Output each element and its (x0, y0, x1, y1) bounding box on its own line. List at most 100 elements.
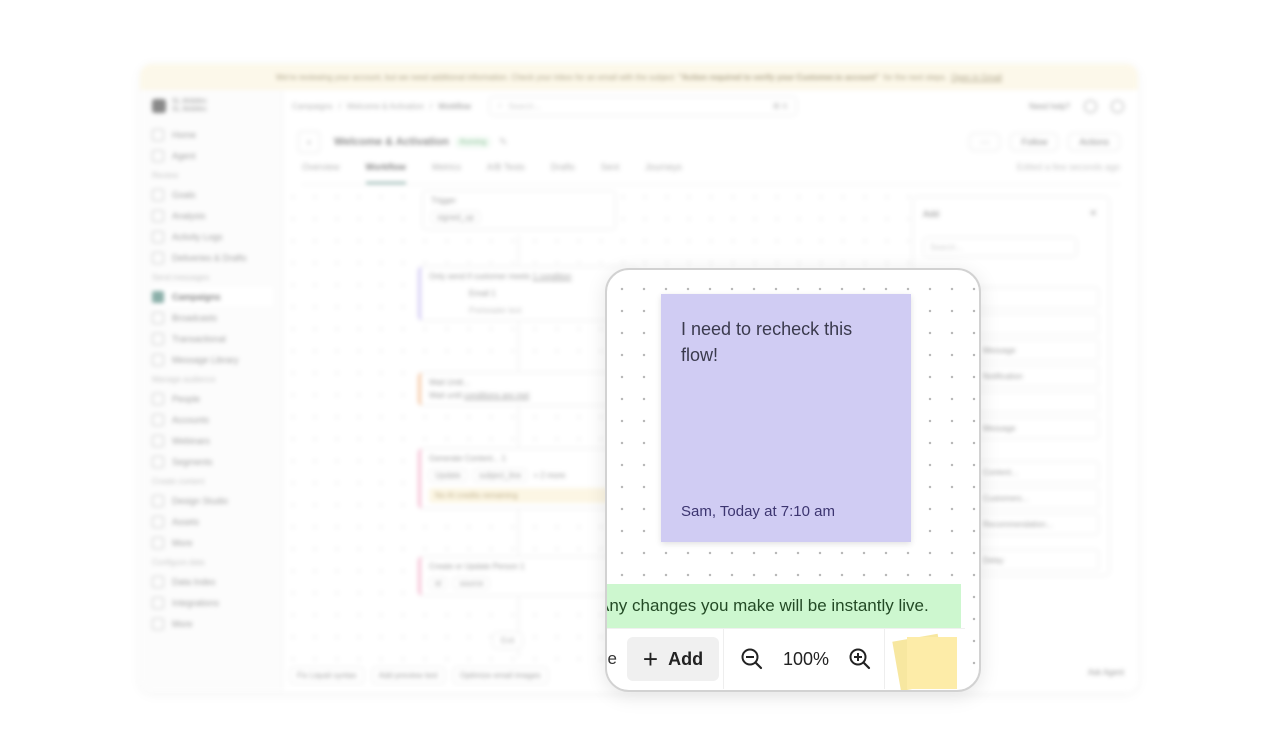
banner-subject: "Action required to verify your Customer… (678, 72, 880, 82)
search-shortcut: ⌘ K (772, 101, 788, 111)
sidebar-item-accounts[interactable]: Accounts (152, 409, 274, 430)
add-button[interactable]: + Add (627, 637, 719, 681)
field-chip: subject_line (473, 469, 528, 482)
tab-workflow[interactable]: Workflow (365, 162, 406, 184)
sidebar-item-home[interactable]: Home (152, 124, 274, 145)
live-changes-text: Any changes you make will be instantly l… (607, 596, 929, 615)
condition-text: Only send if customer meets (429, 272, 531, 281)
sticky-note-stack-icon[interactable] (892, 629, 963, 690)
suggestion-optimize-images[interactable]: Optimize email images (452, 667, 548, 684)
add-panel-search[interactable]: Search... (923, 237, 1077, 257)
sidebar-item-transactional[interactable]: Transactional (152, 328, 274, 349)
sidebar-item-analysis[interactable]: Analysis (152, 205, 274, 226)
help-button[interactable]: Need help? (1029, 102, 1070, 111)
sidebar-item-more-2[interactable]: More (152, 613, 274, 634)
sidebar-item-deliveries[interactable]: Deliveries & Drafts (152, 247, 274, 268)
add-option[interactable] (976, 313, 1099, 335)
edited-timestamp: Edited a few seconds ago (1016, 162, 1120, 172)
breadcrumb-campaign[interactable]: Welcome & Activation (347, 102, 424, 111)
folder-icon (152, 353, 164, 366)
add-option[interactable]: Message (976, 417, 1099, 439)
live-changes-banner: Any changes you make will be instantly l… (607, 584, 961, 628)
open-gmail-link[interactable]: Open in Gmail (951, 73, 1002, 82)
sidebar-item-broadcasts[interactable]: Broadcasts (152, 307, 274, 328)
sidebar-section-title: Configure data (152, 557, 205, 567)
suggestion-fix-liquid[interactable]: Fix Liquid syntax (290, 667, 364, 684)
breadcrumb-campaigns[interactable]: Campaigns (292, 102, 332, 111)
zoom-out-icon (741, 648, 763, 670)
sidebar-item-integrations[interactable]: Integrations (152, 592, 274, 613)
sidebar: SL.Mobiles SL.Mobiles Home Agent Review … (140, 90, 283, 692)
toolbar-divider (884, 629, 885, 689)
design-icon (152, 494, 164, 507)
tab-sent[interactable]: Sent (601, 162, 620, 184)
sidebar-item-activity-logs[interactable]: Activity Logs (152, 226, 274, 247)
sidebar-item-agent[interactable]: Agent (152, 145, 274, 166)
sidebar-section-title: Send messages (152, 272, 210, 282)
sidebar-item-campaigns[interactable]: Campaigns (152, 286, 274, 307)
zoom-out-button[interactable] (732, 639, 772, 679)
exit-node[interactable]: Exit (492, 632, 524, 649)
close-icon[interactable]: ✕ (1089, 208, 1097, 219)
toolbar-cut-label: e (607, 649, 617, 668)
sidebar-section-title: Create content (152, 476, 205, 486)
add-button-label: Add (668, 648, 704, 669)
add-option[interactable]: Notification (976, 365, 1099, 387)
brand[interactable]: SL.Mobiles SL.Mobiles (152, 98, 207, 114)
agent-icon (152, 149, 164, 162)
global-search[interactable]: ⌕ Search... ⌘ K (488, 96, 797, 116)
actions-button[interactable]: Actions (1068, 133, 1120, 151)
add-option[interactable]: Customers... (976, 487, 1099, 509)
plus-icon: + (642, 644, 659, 674)
more-icon (152, 536, 164, 549)
zoom-in-button[interactable] (840, 639, 880, 679)
campaign-tabs: Overview Workflow Metrics A/B Tests Draf… (302, 162, 1120, 185)
brand-logo-icon (152, 99, 166, 113)
add-panel-title: Add (923, 209, 940, 219)
tab-journeys[interactable]: Journeys (645, 162, 682, 184)
more-button[interactable]: ··· (969, 133, 1001, 151)
add-option[interactable]: Message (976, 339, 1099, 361)
sticky-note-text[interactable]: I need to recheck this flow! (681, 316, 891, 368)
home-icon (152, 128, 164, 141)
back-button[interactable]: ‹ (298, 131, 320, 153)
pencil-icon[interactable]: ✎ (499, 137, 507, 148)
tab-ab-tests[interactable]: A/B Tests (487, 162, 525, 184)
wait-conditions-link[interactable]: conditions are met (464, 391, 529, 400)
sidebar-item-webinars[interactable]: Webinars (152, 430, 274, 451)
sticky-note[interactable]: I need to recheck this flow! Sam, Today … (661, 294, 911, 542)
add-option[interactable] (976, 391, 1099, 413)
sidebar-section-title: Review (152, 170, 179, 180)
sidebar-item-message-library[interactable]: Message Library (152, 349, 274, 370)
campaigns-icon (152, 290, 164, 303)
settings-icon[interactable] (1111, 99, 1124, 113)
tab-overview[interactable]: Overview (302, 162, 340, 184)
segments-icon (152, 455, 164, 468)
suggestion-preview-text[interactable]: Add preview text (371, 667, 445, 684)
add-option[interactable]: Recommendation... (976, 513, 1099, 535)
activity-icon (152, 230, 164, 243)
analysis-icon (152, 209, 164, 222)
add-option[interactable]: Delay (976, 549, 1099, 571)
trigger-label: Trigger (431, 196, 457, 205)
sidebar-item-goals[interactable]: Goals (152, 184, 274, 205)
zoom-in-icon (849, 648, 871, 670)
create-title: Create or Update Person 1 (429, 562, 525, 571)
sidebar-item-segments[interactable]: Segments (152, 451, 274, 472)
add-option[interactable] (976, 287, 1099, 309)
condition-link[interactable]: 1 condition (533, 272, 572, 281)
tab-metrics[interactable]: Metrics (432, 162, 461, 184)
sidebar-item-design-studio[interactable]: Design Studio (152, 490, 274, 511)
sidebar-item-more[interactable]: More (152, 532, 274, 553)
sidebar-item-data-index[interactable]: Data Index (152, 571, 274, 592)
ask-agent-button[interactable]: Ask Agent (1088, 668, 1124, 677)
add-option[interactable]: Content... (976, 461, 1099, 483)
sidebar-item-assets[interactable]: Assets (152, 511, 274, 532)
trigger-node[interactable]: Trigger signed_up (422, 190, 616, 230)
sidebar-nav: Home Agent Review Goals Analysis Activit… (152, 124, 274, 634)
sidebar-item-people[interactable]: People (152, 388, 274, 409)
deliveries-icon (152, 251, 164, 264)
bell-icon[interactable] (1084, 99, 1097, 113)
follow-button[interactable]: Follow (1010, 133, 1059, 151)
tab-drafts[interactable]: Drafts (551, 162, 575, 184)
